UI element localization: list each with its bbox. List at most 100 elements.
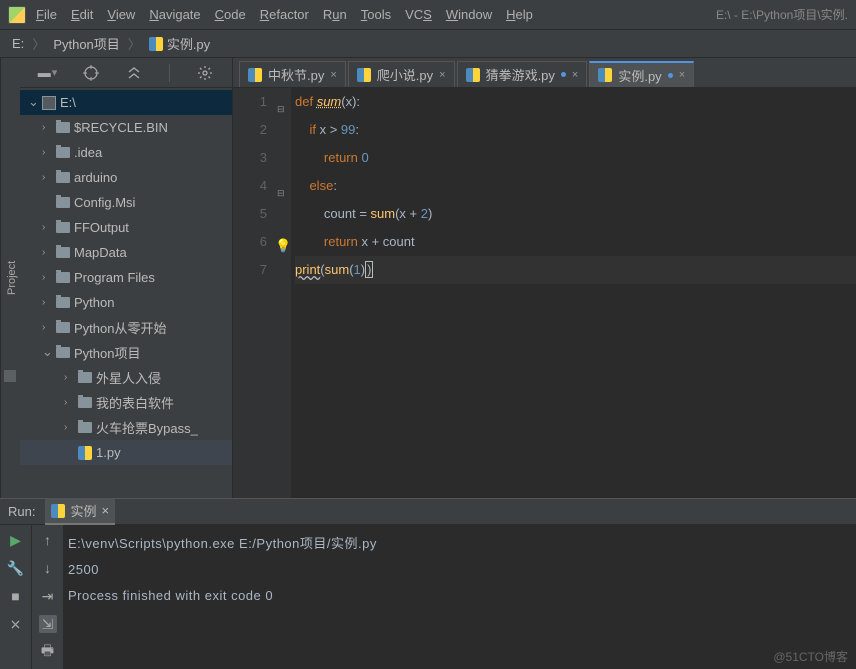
close-icon[interactable]: × [439,69,445,81]
folder-icon [56,247,70,258]
menu-edit[interactable]: Edit [71,7,93,22]
console-output[interactable]: E:\venv\Scripts\python.exe E:/Python项目/实… [64,525,856,669]
run-tab[interactable]: 实例× [45,498,115,525]
menu-vcs[interactable]: VCS [405,7,432,22]
menu-navigate[interactable]: Navigate [149,7,200,22]
wrench-icon[interactable]: 🔧 [7,559,25,577]
project-panel-toolbar: ▬▾ [20,58,232,88]
close-all-icon[interactable]: ⨯ [7,615,25,633]
tree-file[interactable]: 1.py [20,440,232,465]
menu-help[interactable]: Help [506,7,533,22]
tree-folder[interactable]: arduino [20,165,232,190]
breadcrumb-folder[interactable]: Python项目 [53,34,119,53]
menu-file[interactable]: File [36,7,57,22]
project-panel: ▬▾ E:\ $RECYCLE.BIN .idea arduino Config… [20,58,233,498]
main-menu: File Edit View Navigate Code Refactor Ru… [36,7,533,22]
breadcrumb-file[interactable]: 实例.py [149,34,210,53]
console-line: 2500 [68,557,852,583]
tree-folder-open[interactable]: Python项目 [20,340,232,365]
editor-area: 中秋节.py× 爬小说.py× 猜拳游戏.py× 实例.py× 1234567 … [233,58,856,498]
folder-icon [56,322,70,333]
editor-tab[interactable]: 中秋节.py× [239,61,346,87]
stop-icon[interactable]: ■ [7,587,25,605]
python-icon [466,68,480,82]
print-icon[interactable]: 🖶 [39,643,57,661]
modified-dot-icon [668,73,673,78]
run-play-icon[interactable]: ▶ [7,531,25,549]
run-body: ▶ 🔧 ■ ⨯ ↑ ↓ ⇥ ⇲ 🖶 E:\venv\Scripts\python… [0,525,856,669]
tree-folder[interactable]: Python [20,290,232,315]
editor-tab[interactable]: 爬小说.py× [348,61,455,87]
settings-gear-icon[interactable] [197,65,213,81]
python-icon [78,446,92,460]
modified-dot-icon [561,72,566,77]
close-icon[interactable]: × [679,69,685,81]
window-path: E:\ - E:\Python项目\实例. [716,6,848,23]
breadcrumb: E: 〉 Python项目 〉 实例.py [0,30,856,58]
console-line: E:\venv\Scripts\python.exe E:/Python项目/实… [68,531,852,557]
target-icon[interactable] [83,65,99,81]
folder-icon [56,172,70,183]
folder-icon [56,272,70,283]
tree-folder[interactable]: Python从零开始 [20,315,232,340]
fold-gutter: ⊟ ⊟ 💡 [277,88,291,498]
fold-marker-icon[interactable]: ⊟ [277,95,285,123]
editor-tab[interactable]: 猜拳游戏.py× [457,61,588,87]
disk-icon [42,96,56,110]
scroll-to-end-icon[interactable]: ⇲ [39,615,57,633]
soft-wrap-icon[interactable]: ⇥ [39,587,57,605]
code-content[interactable]: def sum(x): if x > 99: return 0 else: co… [291,88,856,498]
close-icon[interactable]: × [572,69,578,81]
code-editor[interactable]: 1234567 ⊟ ⊟ 💡 def sum(x): if x > 99: ret… [233,88,856,498]
project-tree[interactable]: E:\ $RECYCLE.BIN .idea arduino Config.Ms… [20,88,232,498]
chevron-right-icon: 〉 [32,34,45,53]
down-arrow-icon[interactable]: ↓ [39,559,57,577]
menu-view[interactable]: View [107,7,135,22]
run-label: Run: [8,504,35,519]
intention-bulb-icon[interactable]: 💡 [275,232,291,260]
folder-open-icon[interactable]: ▬▾ [40,65,56,81]
folder-icon [56,122,70,133]
tree-folder[interactable]: .idea [20,140,232,165]
fold-marker-icon[interactable]: ⊟ [277,179,285,207]
title-bar: File Edit View Navigate Code Refactor Ru… [0,0,856,30]
close-icon[interactable]: × [101,503,109,518]
tree-folder[interactable]: $RECYCLE.BIN [20,115,232,140]
editor-tabs: 中秋节.py× 爬小说.py× 猜拳游戏.py× 实例.py× [233,58,856,88]
tree-root[interactable]: E:\ [20,90,232,115]
menu-window[interactable]: Window [446,7,492,22]
folder-icon [56,297,70,308]
chevron-right-icon: 〉 [128,34,141,53]
tree-folder[interactable]: 外星人入侵 [20,365,232,390]
python-icon [357,68,371,82]
menu-code[interactable]: Code [215,7,246,22]
tree-folder[interactable]: 我的表白软件 [20,390,232,415]
main-area: Project ▬▾ E:\ $RECYCLE.BIN .idea arduin… [0,58,856,498]
watermark: @51CTO博客 [773,648,848,665]
editor-tab-active[interactable]: 实例.py× [589,61,694,87]
tree-folder[interactable]: MapData [20,240,232,265]
menu-run[interactable]: Run [323,7,347,22]
pycharm-logo-icon [8,6,26,24]
tree-folder[interactable]: FFOutput [20,215,232,240]
folder-icon [78,422,92,433]
up-arrow-icon[interactable]: ↑ [39,531,57,549]
tree-folder[interactable]: Program Files [20,265,232,290]
collapse-all-icon[interactable] [126,65,142,81]
project-tool-window-stripe[interactable]: Project [0,58,20,498]
menu-refactor[interactable]: Refactor [260,7,309,22]
folder-icon [56,147,70,158]
run-toolbar-inner: ↑ ↓ ⇥ ⇲ 🖶 [32,525,64,669]
console-line: Process finished with exit code 0 [68,583,852,609]
folder-icon [56,347,70,358]
python-icon [248,68,262,82]
folder-icon [56,197,70,208]
close-icon[interactable]: × [330,69,336,81]
breadcrumb-root[interactable]: E: [12,36,24,51]
folder-icon [78,397,92,408]
menu-tools[interactable]: Tools [361,7,391,22]
folder-icon [56,222,70,233]
python-icon [598,68,612,82]
tree-folder[interactable]: 火车抢票Bypass_ [20,415,232,440]
tree-folder[interactable]: Config.Msi [20,190,232,215]
